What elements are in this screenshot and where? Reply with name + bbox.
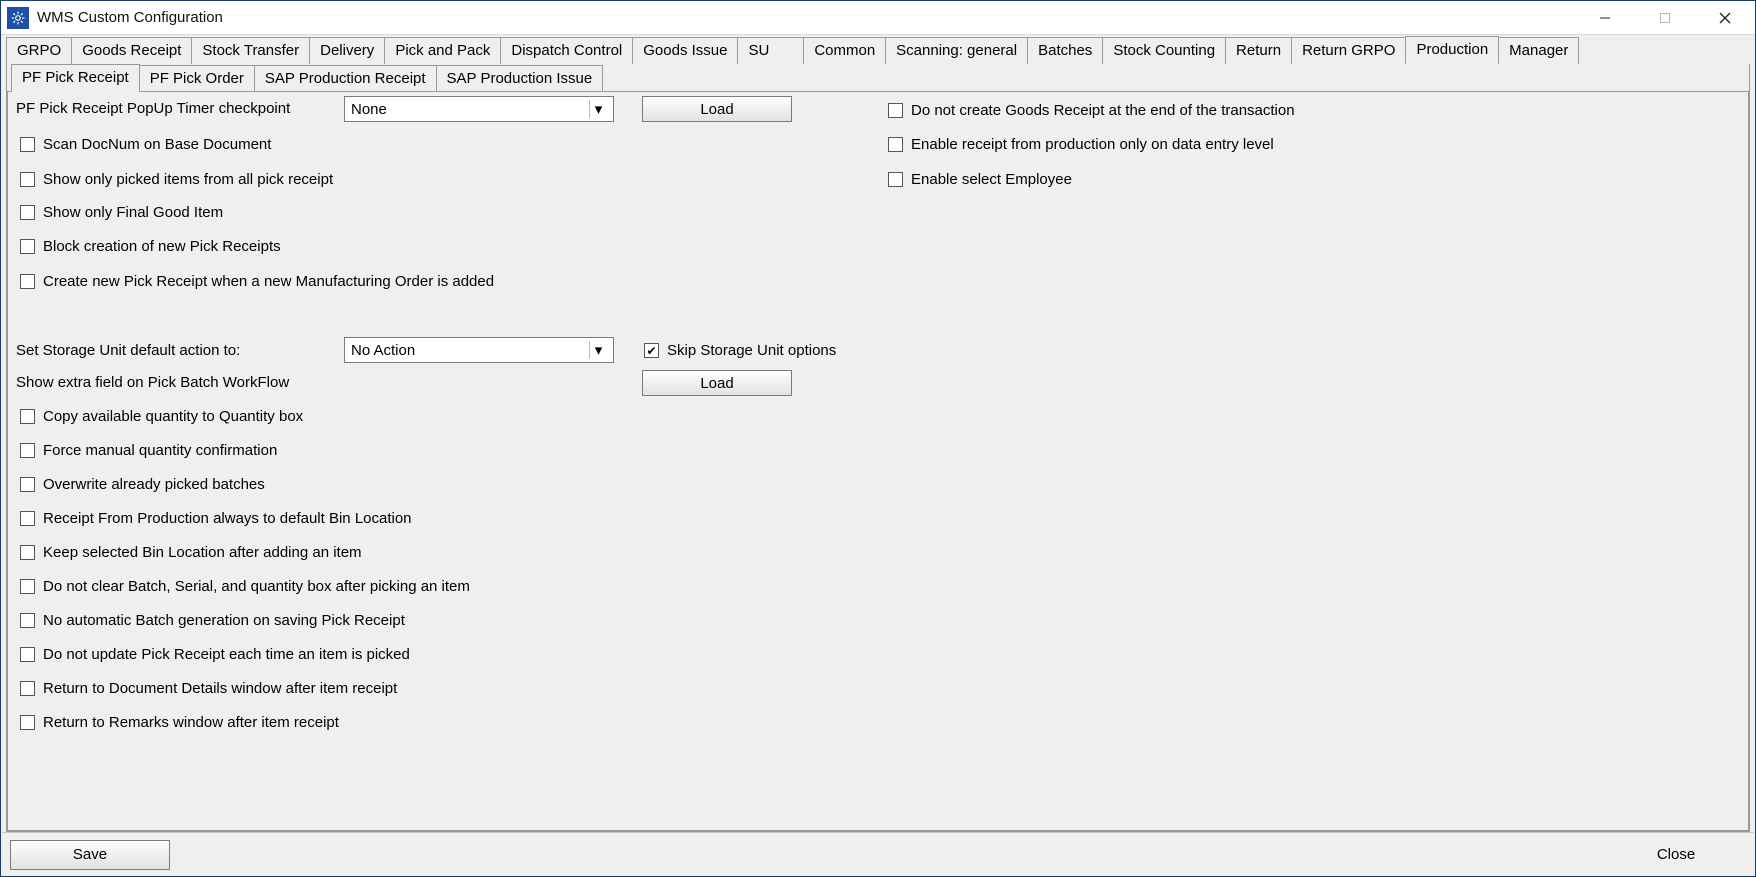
save-button[interactable]: Save: [10, 840, 170, 870]
top-tab-manager[interactable]: Manager: [1498, 37, 1579, 64]
sub-tab-pf-pick-order[interactable]: PF Pick Order: [139, 65, 255, 92]
top-tab-pick-and-pack[interactable]: Pick and Pack: [384, 37, 501, 64]
minimize-button[interactable]: [1575, 1, 1635, 35]
sub-tab-pf-pick-receipt[interactable]: PF Pick Receipt: [11, 64, 140, 92]
gear-icon: [11, 11, 25, 25]
lbl-show-final-good: Show only Final Good Item: [43, 204, 223, 221]
load-button-2[interactable]: Load: [642, 370, 792, 396]
top-panel: PF Pick ReceiptPF Pick OrderSAP Producti…: [6, 64, 1750, 832]
lbl-overwrite-batches: Overwrite already picked batches: [43, 476, 265, 493]
popup-timer-select[interactable]: None ▾: [344, 96, 614, 122]
chk-show-final-good[interactable]: [20, 205, 35, 220]
lbl-no-clear-batch: Do not clear Batch, Serial, and quantity…: [43, 578, 470, 595]
top-tab-batches[interactable]: Batches: [1027, 37, 1103, 64]
form-content: PF Pick Receipt PopUp Timer checkpoint N…: [8, 92, 1748, 830]
chk-create-new-pr-on-mo[interactable]: [20, 274, 35, 289]
top-tab-grpo[interactable]: GRPO: [6, 37, 72, 64]
top-tab-goods-issue[interactable]: Goods Issue: [632, 37, 738, 64]
lbl-keep-bin: Keep selected Bin Location after adding …: [43, 544, 362, 561]
chk-copy-qty[interactable]: [20, 409, 35, 424]
titlebar: WMS Custom Configuration: [1, 1, 1755, 35]
chk-enable-receipt-prod[interactable]: [888, 137, 903, 152]
chk-no-gr-end[interactable]: [888, 103, 903, 118]
lbl-skip-su: Skip Storage Unit options: [667, 342, 836, 359]
chk-block-new-pr[interactable]: [20, 239, 35, 254]
lbl-no-update-pr: Do not update Pick Receipt each time an …: [43, 646, 410, 663]
top-tab-su[interactable]: SU: [737, 37, 804, 64]
chk-receipt-default-bin[interactable]: [20, 511, 35, 526]
chevron-down-icon: ▾: [589, 341, 607, 359]
lbl-return-remarks: Return to Remarks window after item rece…: [43, 714, 339, 731]
top-tab-common[interactable]: Common: [803, 37, 886, 64]
lbl-show-picked: Show only picked items from all pick rec…: [43, 171, 333, 188]
lbl-force-qty-confirm: Force manual quantity confirmation: [43, 442, 277, 459]
extra-field-label: Show extra field on Pick Batch WorkFlow: [16, 374, 289, 391]
chk-return-doc-details[interactable]: [20, 681, 35, 696]
chk-no-clear-batch[interactable]: [20, 579, 35, 594]
top-tab-stock-transfer[interactable]: Stock Transfer: [191, 37, 310, 64]
load-button-1[interactable]: Load: [642, 96, 792, 122]
close-icon: [1718, 11, 1732, 25]
app-icon: [7, 7, 29, 29]
footer: Save Close: [2, 832, 1754, 876]
lbl-no-gr-end: Do not create Goods Receipt at the end o…: [911, 102, 1295, 119]
su-value: No Action: [351, 342, 415, 359]
top-tab-scanning-general[interactable]: Scanning: general: [885, 37, 1028, 64]
chk-skip-su[interactable]: [644, 343, 659, 358]
top-tab-return-grpo[interactable]: Return GRPO: [1291, 37, 1406, 64]
lbl-enable-select-emp: Enable select Employee: [911, 171, 1072, 188]
lbl-return-doc-details: Return to Document Details window after …: [43, 680, 397, 697]
sub-tab-sap-production-receipt[interactable]: SAP Production Receipt: [254, 65, 437, 92]
su-select[interactable]: No Action ▾: [344, 337, 614, 363]
chk-return-remarks[interactable]: [20, 715, 35, 730]
chk-keep-bin[interactable]: [20, 545, 35, 560]
maximize-icon: [1659, 12, 1671, 24]
chk-scan-docnum[interactable]: [20, 137, 35, 152]
lbl-enable-receipt-prod: Enable receipt from production only on d…: [911, 136, 1274, 153]
chk-no-auto-batch-gen[interactable]: [20, 613, 35, 628]
close-window-button[interactable]: [1695, 1, 1755, 35]
window-title: WMS Custom Configuration: [37, 9, 223, 26]
top-tab-production[interactable]: Production: [1405, 36, 1499, 64]
sub-tab-sap-production-issue[interactable]: SAP Production Issue: [436, 65, 604, 92]
lbl-create-new-pr-on-mo: Create new Pick Receipt when a new Manuf…: [43, 273, 494, 290]
maximize-button[interactable]: [1635, 1, 1695, 35]
chk-no-update-pr[interactable]: [20, 647, 35, 662]
lbl-scan-docnum: Scan DocNum on Base Document: [43, 136, 271, 153]
top-tab-row: GRPOGoods ReceiptStock TransferDeliveryP…: [2, 36, 1754, 64]
chk-overwrite-batches[interactable]: [20, 477, 35, 492]
app-window: WMS Custom Configuration GRPOGoods Recei…: [0, 0, 1756, 877]
chk-show-picked[interactable]: [20, 172, 35, 187]
chevron-down-icon: ▾: [589, 100, 607, 118]
lbl-block-new-pr: Block creation of new Pick Receipts: [43, 238, 281, 255]
minimize-icon: [1599, 12, 1611, 24]
top-tab-delivery[interactable]: Delivery: [309, 37, 385, 64]
chk-enable-select-emp[interactable]: [888, 172, 903, 187]
lbl-no-auto-batch-gen: No automatic Batch generation on saving …: [43, 612, 405, 629]
popup-timer-value: None: [351, 101, 387, 118]
top-tab-dispatch-control[interactable]: Dispatch Control: [500, 37, 633, 64]
su-label: Set Storage Unit default action to:: [16, 342, 240, 359]
sub-tab-row: PF Pick ReceiptPF Pick OrderSAP Producti…: [7, 64, 1749, 92]
sub-panel: PF Pick Receipt PopUp Timer checkpoint N…: [7, 91, 1749, 831]
top-tab-stock-counting[interactable]: Stock Counting: [1102, 37, 1226, 64]
top-tab-return[interactable]: Return: [1225, 37, 1292, 64]
chk-force-qty-confirm[interactable]: [20, 443, 35, 458]
lbl-copy-qty: Copy available quantity to Quantity box: [43, 408, 303, 425]
popup-timer-label: PF Pick Receipt PopUp Timer checkpoint: [16, 100, 290, 117]
top-tab-goods-receipt[interactable]: Goods Receipt: [71, 37, 192, 64]
lbl-receipt-default-bin: Receipt From Production always to defaul…: [43, 510, 412, 527]
close-button[interactable]: Close: [1606, 840, 1746, 870]
